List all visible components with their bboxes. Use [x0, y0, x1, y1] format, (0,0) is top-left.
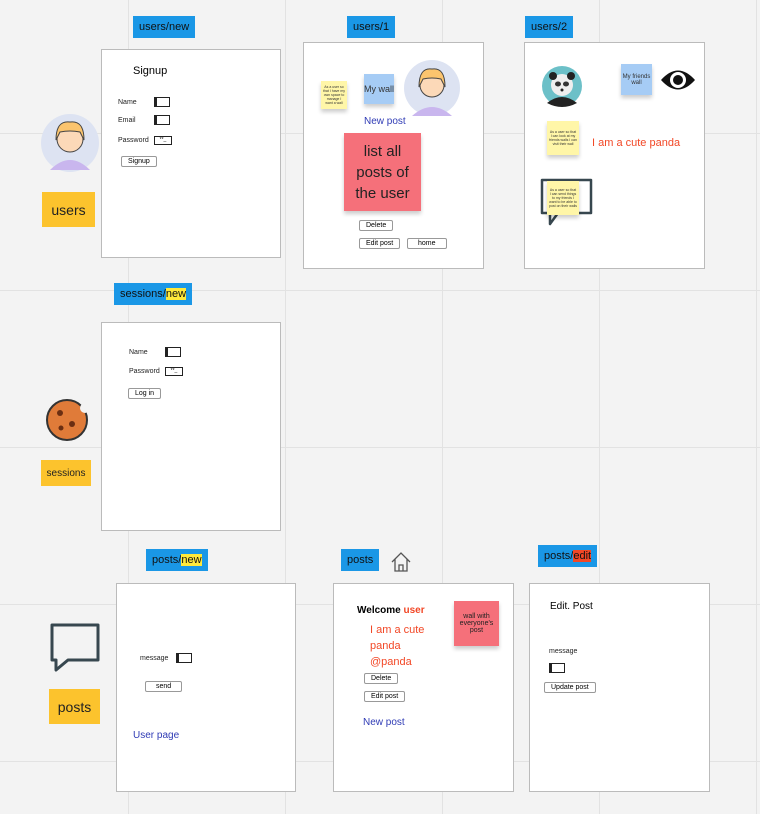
eye-icon: [661, 70, 695, 90]
users-label: users: [42, 192, 95, 227]
name-label: Name: [129, 349, 148, 356]
cookie-icon: [46, 399, 89, 441]
users-1-frame: As a user so that I have my own space to…: [303, 42, 484, 269]
friends-wall-sticky: My friends wall: [621, 64, 652, 95]
user-avatar-icon: [404, 60, 460, 116]
new-post-link[interactable]: New post: [364, 116, 406, 127]
message-label: message: [140, 655, 169, 662]
users-new-frame: Signup Name Email Password **_ Signup: [101, 49, 281, 258]
edit-post-title: Edit. Post: [550, 601, 593, 612]
posts-label: posts: [49, 689, 100, 724]
password-label: Password: [129, 368, 160, 375]
name-label: Name: [118, 99, 137, 106]
welcome-heading: Welcome user: [357, 605, 425, 616]
sessions-new-tag: sessions/new: [114, 283, 193, 305]
user-story-sticky: As a user so that I have my own space to…: [321, 81, 347, 109]
update-post-button[interactable]: Update post: [544, 682, 596, 693]
message-label: message: [549, 648, 578, 655]
delete-button[interactable]: Delete: [364, 673, 399, 684]
login-button[interactable]: Log in: [128, 388, 162, 399]
edit-post-button[interactable]: Edit post: [364, 691, 406, 702]
edit-post-button[interactable]: Edit post: [359, 238, 401, 249]
signup-button[interactable]: Signup: [121, 156, 157, 167]
posts-edit-tag: posts/edit: [538, 545, 598, 567]
name-input[interactable]: [154, 97, 170, 107]
message-input[interactable]: [549, 663, 565, 673]
bio-text: I am a cute panda: [592, 137, 681, 149]
home-icon[interactable]: [390, 551, 412, 573]
users-1-tag: users/1: [347, 16, 396, 38]
posts-frame: Welcome user I am a cute panda @panda wa…: [333, 583, 514, 792]
password-input[interactable]: **_: [165, 367, 183, 376]
email-input[interactable]: [154, 115, 170, 125]
email-label: Email: [118, 117, 136, 124]
sessions-label: sessions: [41, 460, 91, 486]
users-2-tag: users/2: [525, 16, 574, 38]
message-input[interactable]: [176, 653, 192, 663]
list-posts-sticky: list all posts of the user: [344, 133, 421, 211]
posts-new-frame: message send User page: [116, 583, 296, 792]
post-text: I am a cute panda @panda: [370, 624, 425, 668]
posts-new-tag: posts/new: [146, 549, 208, 571]
user-story-sticky: As a user so that I can look at my frien…: [547, 121, 579, 155]
user-page-link[interactable]: User page: [133, 730, 179, 741]
home-button[interactable]: home: [407, 238, 447, 249]
posts-tag: posts: [341, 549, 380, 571]
sessions-new-frame: Name Password **_ Log in: [101, 322, 281, 531]
send-button[interactable]: send: [145, 681, 183, 692]
users-new-tag: users/new: [133, 16, 196, 38]
users-2-frame: My friends wall As a user so that I can …: [524, 42, 705, 269]
password-input[interactable]: **_: [154, 136, 172, 145]
panda-avatar-icon: [542, 66, 582, 107]
wall-sticky: wall with everyone's post: [454, 601, 499, 646]
name-input[interactable]: [165, 347, 181, 357]
user-avatar-icon: [41, 114, 99, 172]
password-label: Password: [118, 137, 149, 144]
new-post-link[interactable]: New post: [363, 717, 405, 728]
posts-edit-frame: Edit. Post message Update post: [529, 583, 710, 792]
delete-button[interactable]: Delete: [359, 220, 394, 231]
my-wall-sticky: My wall: [364, 74, 394, 104]
signup-title: Signup: [133, 65, 168, 77]
chat-bubble-icon: [50, 623, 100, 672]
user-story-sticky-2: As a user so that I can send things to m…: [547, 181, 579, 215]
